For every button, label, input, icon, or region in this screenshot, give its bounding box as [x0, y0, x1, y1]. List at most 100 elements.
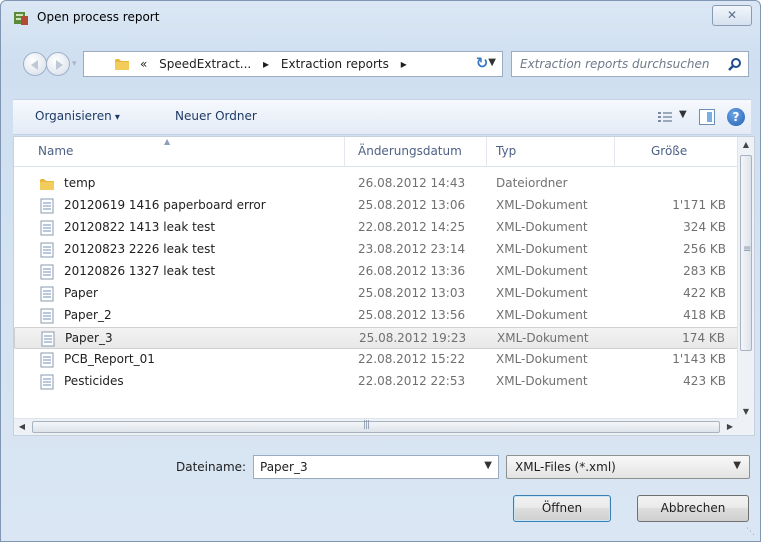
column-divider[interactable]	[614, 137, 615, 167]
breadcrumb-item[interactable]: Extraction reports	[281, 57, 389, 71]
file-size: 418 KB	[683, 308, 726, 322]
file-name: Paper	[64, 286, 98, 300]
search-input[interactable]: Extraction reports durchsuchen	[511, 51, 749, 77]
file-type: XML-Dokument	[496, 242, 588, 256]
column-header-row: ▲ Name Änderungsdatum Typ Größe	[14, 137, 738, 167]
file-type: XML-Dokument	[496, 374, 588, 388]
file-row[interactable]: Paper_2 25.08.2012 13:56 XML-Dokument 418 K…	[14, 305, 738, 327]
view-options-dropdown-icon[interactable]: ▼	[679, 109, 687, 120]
file-size: 324 KB	[683, 220, 726, 234]
xml-file-icon	[40, 286, 54, 302]
help-icon[interactable]: ?	[727, 108, 745, 126]
file-row[interactable]: temp 26.08.2012 14:43 Dateiordner	[14, 173, 738, 195]
preview-pane-icon[interactable]	[699, 109, 715, 125]
scroll-left-icon[interactable]: ◀	[14, 419, 30, 435]
file-type: XML-Dokument	[496, 352, 588, 366]
file-name: temp	[64, 176, 96, 190]
vertical-scroll-thumb[interactable]	[740, 155, 752, 351]
xml-file-icon	[40, 220, 54, 236]
resize-grip-icon[interactable]: ⋱	[746, 527, 756, 537]
file-row[interactable]: 20120823 2226 leak test 23.08.2012 23:14 X…	[14, 239, 738, 261]
xml-file-icon	[40, 264, 54, 280]
file-name: 20120619 1416 paperboard error	[64, 198, 266, 212]
sort-indicator-icon: ▲	[164, 137, 171, 146]
filename-value: Paper_3	[260, 460, 308, 474]
xml-file-icon	[40, 374, 54, 390]
search-placeholder: Extraction reports durchsuchen	[520, 57, 710, 71]
column-divider[interactable]	[486, 137, 487, 167]
breadcrumb-separator-icon[interactable]: ▸	[401, 57, 407, 71]
file-row[interactable]: Pesticides 22.08.2012 22:53 XML-Dokument 42…	[14, 371, 738, 393]
column-header-name[interactable]: Name	[38, 144, 73, 158]
file-modified-date: 25.08.2012 19:23	[359, 331, 467, 345]
breadcrumb-overflow[interactable]: «	[140, 57, 147, 71]
recent-pages-icon[interactable]: ▾	[72, 59, 80, 69]
file-type: XML-Dokument	[496, 220, 588, 234]
view-options-icon[interactable]	[657, 110, 673, 124]
file-row[interactable]: 20120619 1416 paperboard error 25.08.2012…	[14, 195, 738, 217]
filename-input[interactable]: Paper_3 ▼	[253, 455, 499, 479]
open-dialog: Open process report ✕ ▾ « SpeedExtract..…	[0, 0, 761, 542]
file-type: XML-Dokument	[496, 286, 588, 300]
open-button[interactable]: Öffnen	[513, 495, 611, 522]
column-header-type[interactable]: Typ	[496, 144, 516, 158]
forward-button[interactable]	[46, 52, 70, 76]
cancel-button[interactable]: Abbrechen	[637, 495, 749, 522]
file-type-select[interactable]: XML-Files (*.xml) ▼	[506, 455, 750, 479]
file-modified-date: 25.08.2012 13:56	[358, 308, 466, 322]
organize-menu[interactable]: Organisieren	[35, 109, 120, 123]
file-name: 20120823 2226 leak test	[64, 242, 216, 256]
folder-icon	[40, 179, 54, 190]
xml-file-icon	[40, 352, 54, 368]
search-icon[interactable]	[728, 57, 742, 71]
scroll-up-icon[interactable]: ▲	[738, 137, 754, 153]
file-size: 423 KB	[683, 374, 726, 388]
file-type: Dateiordner	[496, 176, 568, 190]
column-header-size[interactable]: Größe	[651, 144, 687, 158]
command-toolbar: Organisieren Neuer Ordner ▼ ?	[13, 99, 751, 135]
filename-dropdown-icon[interactable]: ▼	[484, 460, 492, 471]
file-size: 1'143 KB	[672, 352, 726, 366]
file-modified-date: 22.08.2012 15:22	[358, 352, 466, 366]
file-name: PCB_Report_01	[64, 352, 155, 366]
horizontal-scroll-thumb[interactable]	[32, 420, 720, 433]
file-row[interactable]: 20120826 1327 leak test 26.08.2012 13:36 X…	[14, 261, 738, 283]
breadcrumb-separator-icon[interactable]: ▸	[263, 57, 269, 71]
horizontal-scrollbar[interactable]: ◀ ▶	[14, 418, 738, 435]
filename-label: Dateiname:	[176, 460, 247, 474]
scroll-right-icon[interactable]: ▶	[722, 419, 738, 435]
file-row[interactable]: PCB_Report_01 22.08.2012 15:22 XML-Dokumen…	[14, 349, 738, 371]
file-type: XML-Dokument	[496, 308, 588, 322]
file-modified-date: 22.08.2012 14:25	[358, 220, 466, 234]
vertical-scrollbar[interactable]: ▲ ▼	[737, 137, 754, 420]
xml-file-icon	[41, 331, 55, 347]
file-row[interactable]: Paper 25.08.2012 13:03 XML-Dokument 422 KB	[14, 283, 738, 305]
file-modified-date: 26.08.2012 13:36	[358, 264, 466, 278]
file-type: XML-Dokument	[496, 264, 588, 278]
file-modified-date: 22.08.2012 22:53	[358, 374, 466, 388]
close-button[interactable]: ✕	[712, 5, 752, 26]
column-header-date[interactable]: Änderungsdatum	[358, 144, 462, 158]
file-row[interactable]: Paper_3 25.08.2012 19:23 XML-Dokument 174 K…	[14, 327, 738, 349]
file-size: 174 KB	[682, 331, 725, 345]
file-name: 20120822 1413 leak test	[64, 220, 216, 234]
back-button[interactable]	[23, 52, 47, 76]
address-bar[interactable]: « SpeedExtract... ▸ Extraction reports ▸…	[83, 51, 503, 77]
file-size: 422 KB	[683, 286, 726, 300]
folder-icon	[115, 59, 129, 70]
file-name: Paper_3	[65, 331, 113, 345]
breadcrumb-item[interactable]: SpeedExtract...	[159, 57, 251, 71]
file-rows: temp 26.08.2012 14:43 Dateiordner 20120619 …	[14, 173, 738, 393]
xml-file-icon	[40, 308, 54, 324]
column-divider[interactable]	[344, 137, 345, 167]
new-folder-button[interactable]: Neuer Ordner	[175, 109, 257, 123]
file-row[interactable]: 20120822 1413 leak test 22.08.2012 14:25 X…	[14, 217, 738, 239]
breadcrumb: « SpeedExtract... ▸ Extraction reports ▸	[140, 57, 415, 71]
refresh-icon[interactable]: ↻	[467, 52, 497, 76]
file-name: Pesticides	[64, 374, 124, 388]
file-list[interactable]: ▲ Name Änderungsdatum Typ Größe temp 26.0…	[13, 136, 755, 436]
file-type: XML-Dokument	[497, 331, 589, 345]
title-bar: Open process report ✕	[1, 1, 760, 35]
scrollbar-corner	[737, 418, 754, 435]
navigation-row: ▾ « SpeedExtract... ▸ Extraction reports…	[1, 51, 760, 77]
